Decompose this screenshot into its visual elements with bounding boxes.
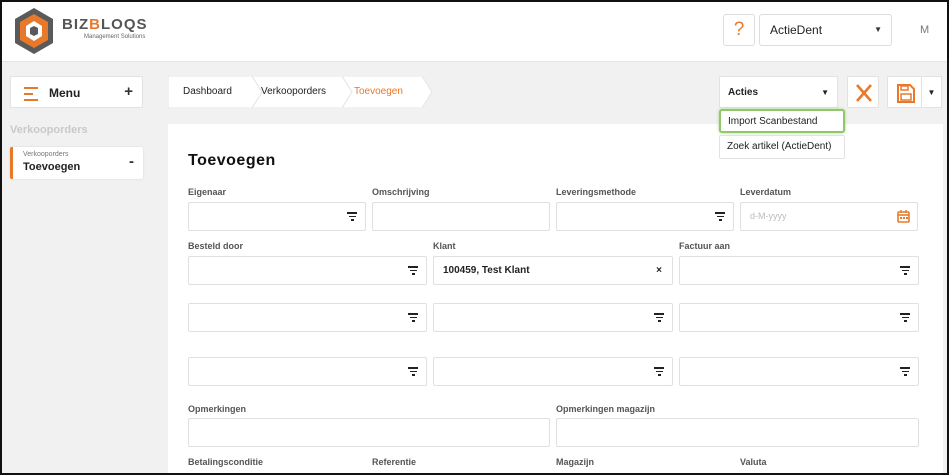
- filter-icon: [715, 212, 725, 221]
- label-opmerkingen: Opmerkingen: [188, 404, 247, 414]
- filter-icon: [900, 313, 910, 322]
- label-factuur-aan: Factuur aan: [679, 241, 731, 251]
- label-klant: Klant: [433, 241, 456, 251]
- filter-icon: [654, 313, 664, 322]
- extra-select-2[interactable]: [433, 303, 673, 332]
- app-window: BIZBLOQS Management Solutions ? ActieDen…: [0, 0, 949, 475]
- extra-select-4[interactable]: [188, 357, 427, 386]
- filter-icon: [347, 212, 357, 221]
- breadcrumb: Dashboard Verkooporders Toevoegen: [168, 76, 432, 108]
- opmerkingen-magazijn-input[interactable]: [556, 418, 919, 447]
- breadcrumb-label: Verkooporders: [261, 86, 327, 97]
- breadcrumb-label: Toevoegen: [354, 86, 403, 97]
- extra-select-1[interactable]: [188, 303, 427, 332]
- caret-down-icon: ▼: [874, 25, 882, 34]
- acties-dropdown-menu: Import Scanbestand Zoek artikel (ActieDe…: [719, 108, 845, 160]
- brand: BIZBLOQS Management Solutions: [62, 16, 148, 40]
- caret-down-icon: ▼: [927, 88, 936, 97]
- user-avatar[interactable]: M: [920, 24, 929, 36]
- breadcrumb-label: Dashboard: [183, 86, 232, 97]
- filter-icon: [408, 266, 418, 275]
- eigenaar-select[interactable]: [188, 202, 366, 231]
- extra-select-3[interactable]: [679, 303, 919, 332]
- leverdatum-input[interactable]: d-M-yyyy: [740, 202, 918, 231]
- save-options-button[interactable]: ▼: [922, 76, 942, 108]
- brand-name-right: LOQS: [101, 16, 148, 33]
- opmerkingen-input[interactable]: [188, 418, 550, 447]
- filter-icon: [408, 367, 418, 376]
- label-leverdatum: Leverdatum: [740, 187, 792, 197]
- acties-label: Acties: [728, 87, 759, 98]
- page-title: Toevoegen: [188, 152, 276, 169]
- breadcrumb-dashboard[interactable]: Dashboard: [168, 76, 262, 108]
- filter-icon: [900, 266, 910, 275]
- extra-select-5[interactable]: [433, 357, 673, 386]
- form-card: Toevoegen Eigenaar Omschrijving Levering…: [168, 124, 943, 473]
- collapse-icon[interactable]: -: [129, 153, 134, 170]
- filter-icon: [408, 313, 418, 322]
- klant-value: 100459, Test Klant: [443, 265, 530, 276]
- label-omschrijving: Omschrijving: [372, 187, 430, 197]
- calendar-icon[interactable]: [897, 210, 910, 223]
- label-referentie: Referentie: [372, 457, 417, 467]
- menu-plus-icon[interactable]: +: [124, 83, 133, 100]
- question-icon: ?: [733, 19, 745, 40]
- extra-select-6[interactable]: [679, 357, 919, 386]
- cancel-button[interactable]: [847, 76, 879, 108]
- brand-name: BIZBLOQS: [62, 16, 148, 33]
- menu-item-import-scanbestand[interactable]: Import Scanbestand: [719, 109, 845, 133]
- label-eigenaar: Eigenaar: [188, 187, 227, 197]
- menu-item-zoek-artikel[interactable]: Zoek artikel (ActieDent): [719, 135, 845, 159]
- hamburger-icon: [24, 87, 38, 105]
- leverdatum-placeholder: d-M-yyyy: [750, 211, 787, 221]
- bizbloqs-logo-icon: [15, 8, 53, 54]
- help-button[interactable]: ?: [723, 14, 755, 46]
- filter-icon: [654, 367, 664, 376]
- acties-dropdown[interactable]: Acties ▼: [719, 76, 838, 108]
- menu-label: Menu: [49, 86, 81, 100]
- company-select[interactable]: ActieDent ▼: [759, 14, 892, 46]
- label-magazijn: Magazijn: [556, 457, 595, 467]
- klant-select[interactable]: 100459, Test Klant ×: [433, 256, 673, 285]
- omschrijving-input[interactable]: [372, 202, 550, 231]
- sidebar-item-toevoegen[interactable]: Verkooporders Toevoegen -: [10, 147, 143, 179]
- brand-subtitle: Management Solutions: [84, 34, 146, 40]
- company-select-value: ActieDent: [770, 23, 823, 37]
- label-valuta: Valuta: [740, 457, 767, 467]
- sidebar-section-title: Verkooporders: [10, 124, 88, 136]
- top-header: BIZBLOQS Management Solutions ? ActieDen…: [2, 2, 947, 62]
- filter-icon: [900, 367, 910, 376]
- label-leveringsmethode: Leveringsmethode: [556, 187, 637, 197]
- besteld-door-select[interactable]: [188, 256, 427, 285]
- clear-icon[interactable]: ×: [656, 257, 662, 284]
- close-icon: [856, 84, 872, 102]
- menu-toggle[interactable]: Menu +: [10, 76, 143, 108]
- label-opmerkingen-magazijn: Opmerkingen magazijn: [556, 404, 656, 414]
- breadcrumb-toevoegen[interactable]: Toevoegen: [342, 76, 432, 108]
- caret-down-icon: ▼: [821, 88, 829, 97]
- sidebar-item-parent-label: Verkooporders: [23, 151, 69, 158]
- label-besteld-door: Besteld door: [188, 241, 244, 251]
- breadcrumb-verkooporders[interactable]: Verkooporders: [252, 76, 352, 108]
- brand-name-accent: B: [89, 16, 102, 33]
- brand-name-left: BIZ: [62, 16, 90, 33]
- save-button[interactable]: [887, 76, 922, 108]
- save-icon: [897, 84, 915, 103]
- leveringsmethode-select[interactable]: [556, 202, 734, 231]
- label-betalingsconditie: Betalingsconditie: [188, 457, 264, 467]
- factuur-aan-select[interactable]: [679, 256, 919, 285]
- sidebar-item-label: Toevoegen: [23, 161, 81, 173]
